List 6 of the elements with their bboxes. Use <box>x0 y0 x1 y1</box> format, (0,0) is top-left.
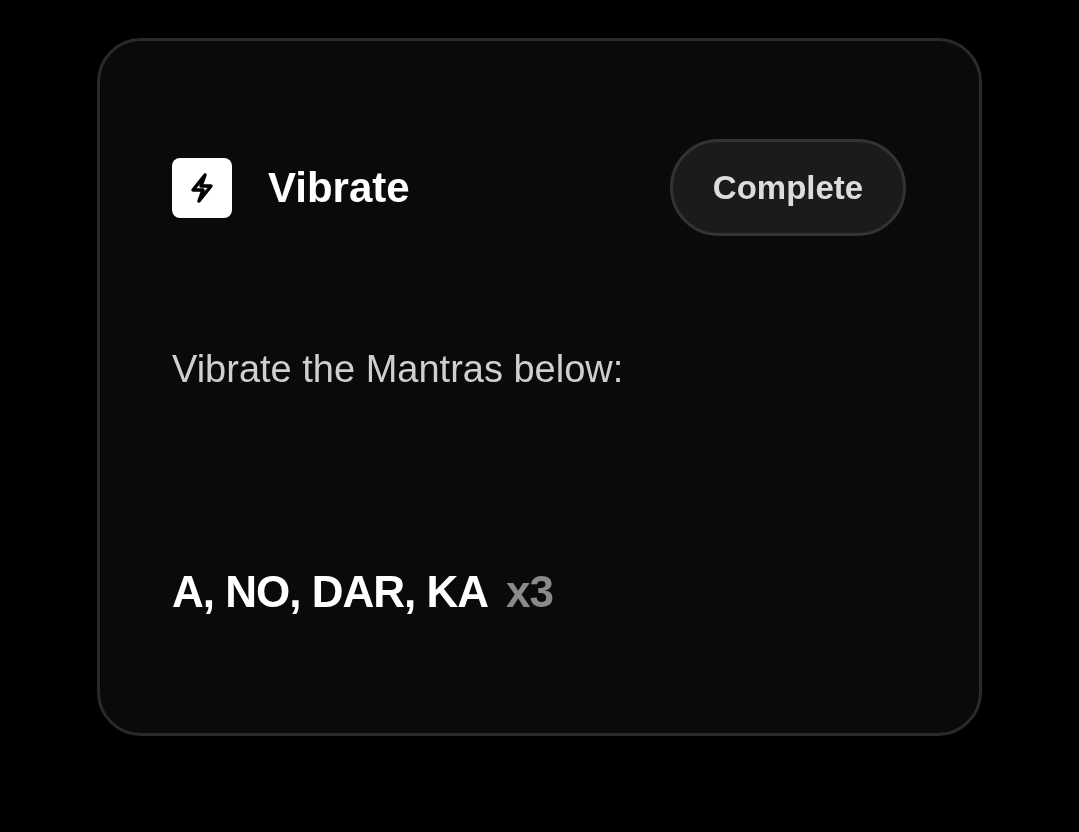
instruction-text: Vibrate the Mantras below: <box>172 348 625 391</box>
mantra-text: A, NO, DAR, KA <box>172 567 488 617</box>
lightning-icon <box>172 157 232 218</box>
card-title: Vibrate <box>268 163 410 212</box>
complete-button[interactable]: Complete <box>670 139 906 236</box>
repeat-count: x3 <box>506 567 553 617</box>
